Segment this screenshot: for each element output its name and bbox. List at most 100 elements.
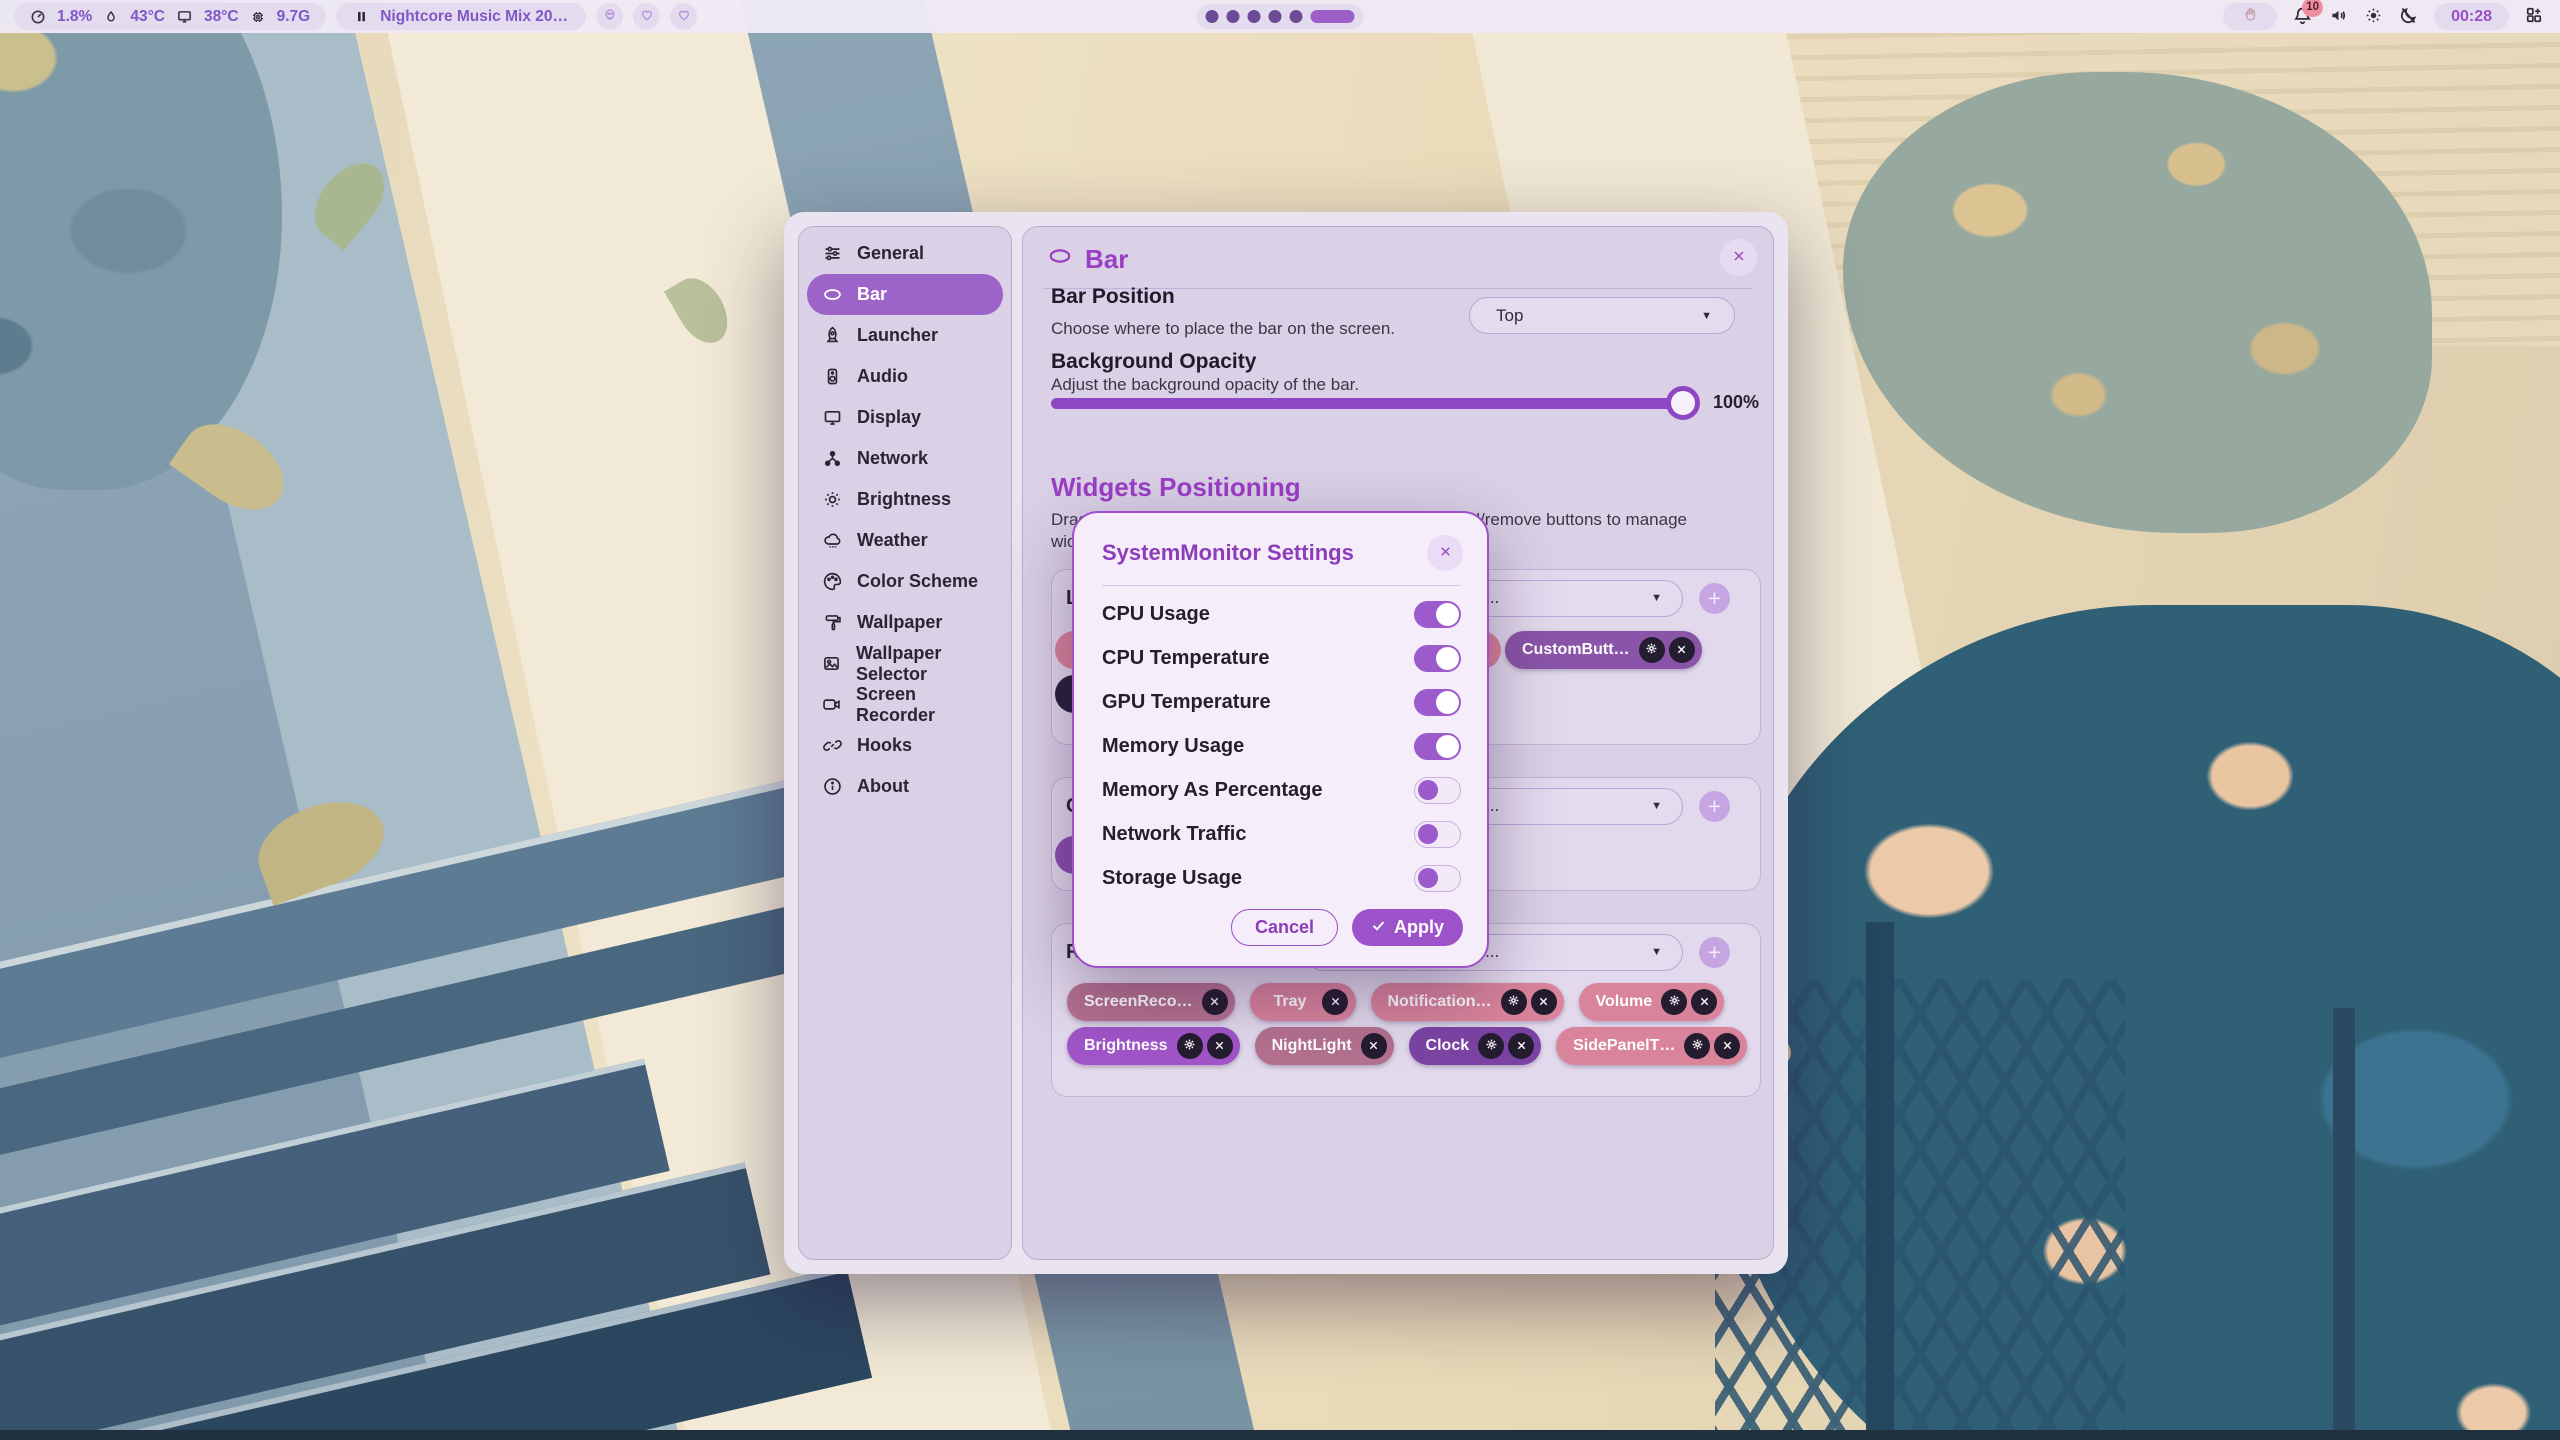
- system-stats-pill[interactable]: 1.8% 43°C 38°C 9.7G: [14, 3, 326, 30]
- night-light-button[interactable]: [2398, 5, 2419, 29]
- heart-button-2[interactable]: [670, 3, 697, 30]
- remove-widget-button[interactable]: [1202, 989, 1228, 1015]
- widget-chip-screenrecorder[interactable]: ScreenReco…: [1067, 983, 1235, 1021]
- close-dialog-button[interactable]: [1427, 535, 1463, 571]
- gear-icon: [1668, 994, 1681, 1010]
- sidebar-item-launcher[interactable]: Launcher: [807, 315, 1003, 356]
- widget-chip-nightlight[interactable]: NightLight: [1255, 1027, 1394, 1065]
- volume-button[interactable]: [2328, 5, 2349, 29]
- sidebar-item-audio[interactable]: Audio: [807, 356, 1003, 397]
- sidebar-item-wallpaper-selector[interactable]: Wallpaper Selector: [807, 643, 1003, 684]
- heart-button-1[interactable]: [633, 3, 660, 30]
- sidebar-item-general[interactable]: General: [807, 233, 1003, 274]
- remove-widget-button[interactable]: [1714, 1033, 1740, 1059]
- widget-chip-volume[interactable]: Volume: [1579, 983, 1725, 1021]
- widget-settings-button[interactable]: [1684, 1033, 1710, 1059]
- overview-button[interactable]: [2524, 5, 2544, 28]
- remove-widget-button[interactable]: [1531, 989, 1557, 1015]
- cpu-temperature-toggle[interactable]: [1414, 645, 1461, 672]
- network-traffic-toggle[interactable]: [1414, 821, 1461, 848]
- toggle-row-gpu-temperature: GPU Temperature: [1102, 680, 1461, 724]
- widget-chip-notifications[interactable]: Notification…: [1371, 983, 1564, 1021]
- storage-usage-toggle[interactable]: [1414, 865, 1461, 892]
- toggle-row-memory-usage: Memory Usage: [1102, 724, 1461, 768]
- close-icon: [1731, 248, 1747, 267]
- workspace-dot-4[interactable]: [1269, 10, 1282, 23]
- sidebar-item-wallpaper[interactable]: Wallpaper: [807, 602, 1003, 643]
- close-settings-button[interactable]: [1720, 239, 1757, 276]
- cpu-chip-icon: [250, 9, 266, 25]
- background-opacity-description: Adjust the background opacity of the bar…: [1051, 375, 1359, 395]
- workspace-indicator[interactable]: [1197, 4, 1364, 29]
- widget-settings-button[interactable]: [1639, 637, 1665, 663]
- pause-icon: [354, 9, 369, 24]
- close-icon: [1368, 1039, 1379, 1054]
- widget-chip-tray[interactable]: Tray: [1250, 983, 1356, 1021]
- sidebar-item-network[interactable]: Network: [807, 438, 1003, 479]
- add-widget-button-left[interactable]: +: [1699, 583, 1730, 614]
- remove-widget-button[interactable]: [1508, 1033, 1534, 1059]
- sidebar-item-bar[interactable]: Bar: [807, 274, 1003, 315]
- background-opacity-slider-knob[interactable]: [1666, 386, 1700, 420]
- remove-widget-button[interactable]: [1691, 989, 1717, 1015]
- workspace-dot-2[interactable]: [1227, 10, 1240, 23]
- cpu-usage-value: 1.8%: [57, 8, 92, 26]
- remove-widget-button[interactable]: [1361, 1033, 1387, 1059]
- remove-widget-button[interactable]: [1322, 989, 1348, 1015]
- speaker-box-icon: [821, 366, 843, 387]
- heart-icon: [639, 7, 655, 26]
- bar-position-dropdown[interactable]: Top ▼: [1469, 297, 1735, 334]
- brightness-button[interactable]: [2364, 6, 2383, 28]
- background-opacity-slider[interactable]: [1051, 398, 1697, 409]
- skull-button[interactable]: [596, 3, 623, 30]
- add-widget-button-right[interactable]: +: [1699, 937, 1730, 968]
- speaker-icon: [2328, 5, 2349, 29]
- add-widget-button-center[interactable]: +: [1699, 791, 1730, 822]
- widget-chip-sidepanel[interactable]: SidePanelT…: [1556, 1027, 1747, 1065]
- widget-chip-custombutton[interactable]: CustomButt…: [1505, 631, 1702, 669]
- gpu-temperature-toggle[interactable]: [1414, 689, 1461, 716]
- link-icon: [821, 735, 843, 756]
- memory-as-percentage-toggle[interactable]: [1414, 777, 1461, 804]
- sidebar-item-about[interactable]: About: [807, 766, 1003, 807]
- gear-icon: [1691, 1038, 1704, 1054]
- skull-icon: [602, 7, 618, 26]
- workspace-dot-5[interactable]: [1290, 10, 1303, 23]
- sidebar-item-screen-recorder[interactable]: Screen Recorder: [807, 684, 1003, 725]
- sidebar-item-color-scheme[interactable]: Color Scheme: [807, 561, 1003, 602]
- night-light-off-icon: [2398, 5, 2419, 29]
- flame-icon: [103, 9, 119, 25]
- workspace-active-pill[interactable]: [1311, 10, 1355, 23]
- remove-widget-button[interactable]: [1207, 1033, 1233, 1059]
- check-icon: [1371, 917, 1386, 938]
- widget-settings-button[interactable]: [1177, 1033, 1203, 1059]
- gear-icon: [1645, 642, 1658, 658]
- background-opacity-value: 100%: [1713, 392, 1759, 413]
- widget-chip-brightness[interactable]: Brightness: [1067, 1027, 1240, 1065]
- chevron-down-icon: ▼: [1651, 800, 1662, 812]
- cpu-usage-toggle[interactable]: [1414, 601, 1461, 628]
- widget-settings-button[interactable]: [1661, 989, 1687, 1015]
- close-icon: [1722, 1039, 1733, 1054]
- sidebar-item-hooks[interactable]: Hooks: [807, 725, 1003, 766]
- workspace-dot-1[interactable]: [1206, 10, 1219, 23]
- widget-chip-clock[interactable]: Clock: [1409, 1027, 1542, 1065]
- sidebar-item-display[interactable]: Display: [807, 397, 1003, 438]
- cancel-button[interactable]: Cancel: [1231, 909, 1338, 946]
- sidebar-item-weather[interactable]: Weather: [807, 520, 1003, 561]
- remove-widget-button[interactable]: [1669, 637, 1695, 663]
- media-player-pill[interactable]: Nightcore Music Mix 20…: [336, 3, 586, 30]
- gesture-button[interactable]: [2223, 3, 2277, 30]
- clock[interactable]: 00:28: [2434, 3, 2509, 30]
- sidebar-item-brightness[interactable]: Brightness: [807, 479, 1003, 520]
- close-icon: [1214, 1039, 1225, 1054]
- widget-settings-button[interactable]: [1501, 989, 1527, 1015]
- workspace-dot-3[interactable]: [1248, 10, 1261, 23]
- memory-usage-toggle[interactable]: [1414, 733, 1461, 760]
- apply-button[interactable]: Apply: [1352, 909, 1463, 946]
- image-icon: [821, 653, 842, 674]
- top-bar: 1.8% 43°C 38°C 9.7G Nightcore Music Mix …: [0, 0, 2560, 33]
- chevron-down-icon: ▼: [1651, 592, 1662, 604]
- paint-roller-icon: [821, 612, 843, 633]
- widget-settings-button[interactable]: [1478, 1033, 1504, 1059]
